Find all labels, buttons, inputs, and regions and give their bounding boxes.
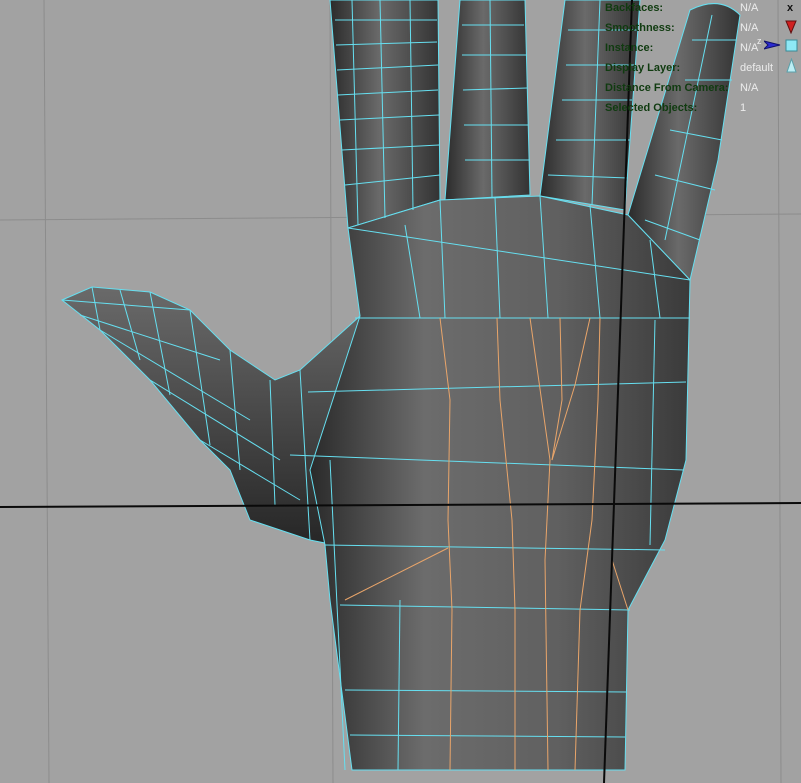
hud-label: Distance From Camera: — [605, 82, 729, 94]
hud-label: Display Layer: — [605, 62, 681, 74]
palm[interactable] — [309, 195, 691, 771]
hud-label: Selected Objects: — [605, 102, 698, 114]
hand-mesh[interactable] — [61, 0, 741, 771]
finger-index[interactable] — [329, 0, 441, 229]
hud-value: N/A — [740, 82, 759, 94]
axis-arrow-icon[interactable] — [764, 40, 782, 50]
hud-value: default — [740, 62, 774, 74]
hud-label: Instance: — [605, 42, 654, 54]
cyan-square-icon[interactable] — [785, 39, 798, 52]
hud-value: N/A — [740, 2, 759, 14]
hud-value: N/A — [740, 22, 759, 34]
light-cone-icon[interactable] — [786, 58, 797, 73]
hud-label: Smoothness: — [605, 22, 675, 34]
viewport-canvas[interactable] — [0, 0, 801, 783]
red-cone-icon[interactable] — [785, 20, 797, 34]
hud-value: N/A — [740, 42, 759, 54]
perspective-viewport[interactable]: Backfaces: N/A Smoothness: N/A Instance:… — [0, 0, 801, 783]
hud-label: Backfaces: — [605, 2, 664, 14]
finger-middle[interactable] — [444, 0, 531, 201]
axis-z-label: z — [757, 36, 762, 46]
hud-value: 1 — [740, 102, 747, 114]
close-icon[interactable]: x — [787, 2, 793, 14]
